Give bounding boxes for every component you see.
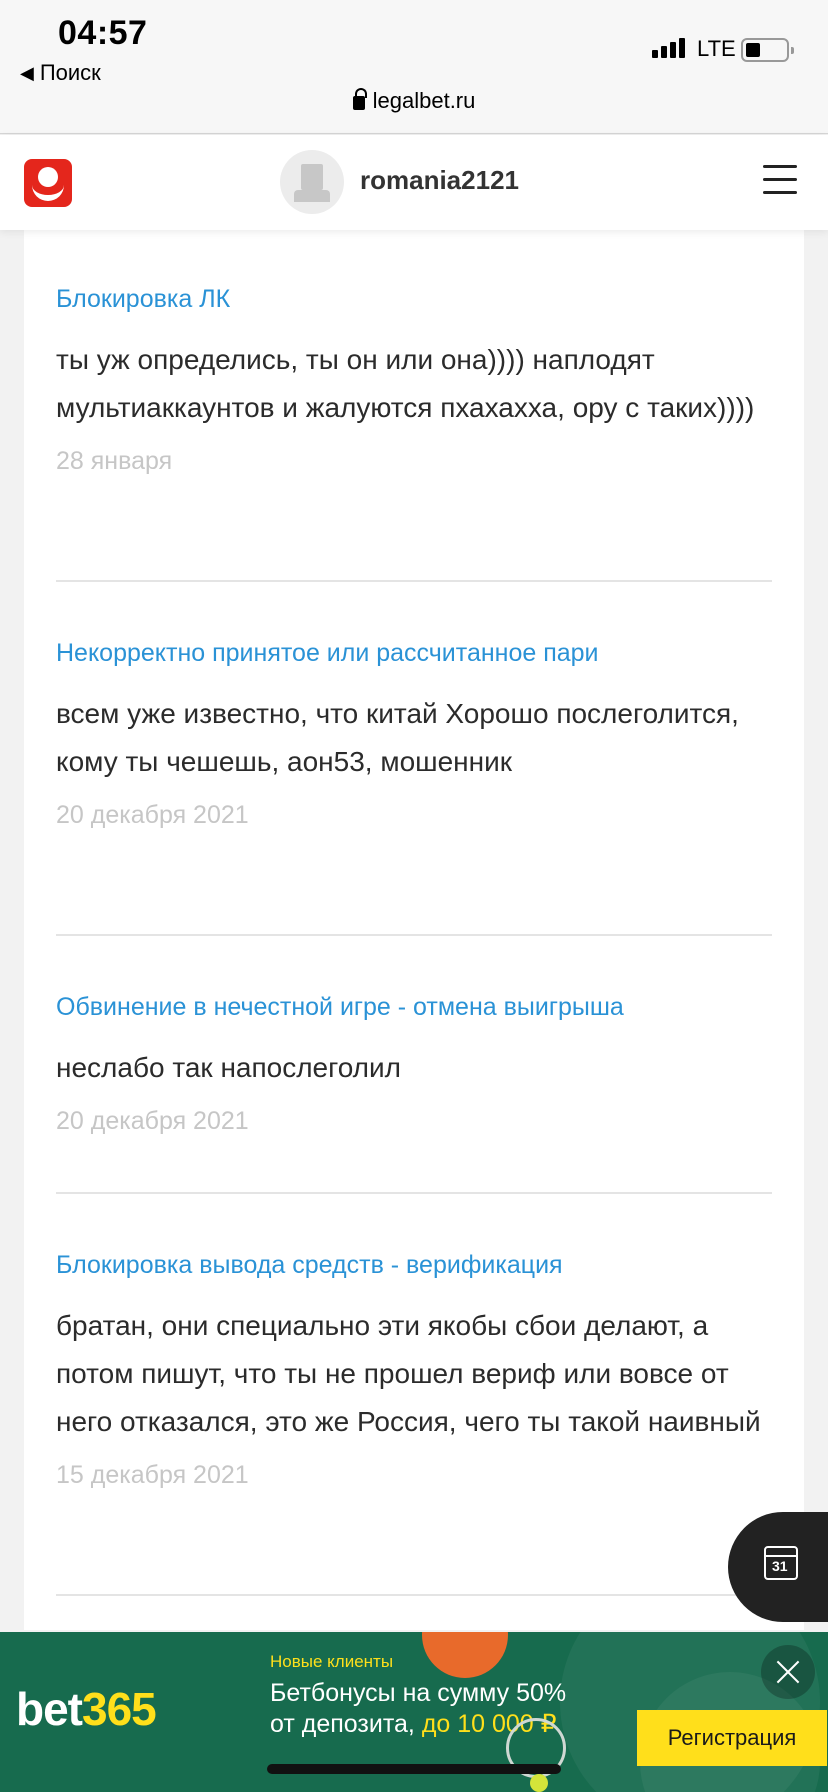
entry-title-link[interactable]: Обвинение в нечестной игре - отмена выиг…	[56, 990, 772, 1024]
basketball-image	[422, 1632, 508, 1678]
site-logo[interactable]	[24, 159, 72, 207]
list-item: Блокировка ЛК ты уж определись, ты он ил…	[56, 282, 772, 478]
comments-list: Блокировка ЛК ты уж определись, ты он ил…	[24, 230, 804, 1630]
ad-subtitle: Новые клиенты	[270, 1652, 394, 1671]
signal-icon	[652, 38, 685, 58]
menu-icon[interactable]	[763, 165, 797, 197]
entry-title-link[interactable]: Некорректно принятое или рассчитанное па…	[56, 636, 772, 670]
lock-icon	[352, 88, 367, 110]
home-indicator	[267, 1764, 561, 1774]
divider	[56, 934, 772, 936]
close-icon[interactable]	[761, 1645, 815, 1699]
url-text: legalbet.ru	[372, 88, 476, 113]
entry-title-link[interactable]: Блокировка ЛК	[56, 282, 772, 316]
ad-logo: bet365	[16, 1683, 157, 1735]
entry-title-link[interactable]: Блокировка вывода средств - верификация	[56, 1248, 772, 1282]
entry-date: 20 декабря 2021	[56, 801, 249, 829]
network-type: LTE	[697, 36, 736, 61]
address-bar[interactable]: legalbet.ru	[0, 88, 828, 114]
back-triangle-icon: ◀	[20, 62, 34, 83]
battery-icon	[741, 38, 794, 62]
entry-text: ты уж определись, ты он или она)))) напл…	[56, 344, 755, 423]
entry-text: неслабо так напослеголил	[56, 1052, 401, 1083]
calendar-button[interactable]: 31	[728, 1512, 828, 1622]
list-item: Обвинение в нечестной игре - отмена выиг…	[56, 990, 772, 1138]
back-to-app-button[interactable]: ◀ Поиск	[20, 60, 101, 86]
clock: 04:57	[58, 14, 148, 52]
back-app-label: Поиск	[39, 60, 101, 85]
avatar[interactable]	[280, 150, 344, 214]
entry-text: братан, они специально эти якобы сбои де…	[56, 1310, 761, 1437]
list-item: Блокировка вывода средств - верификация …	[56, 1248, 772, 1492]
divider	[56, 1594, 772, 1596]
entry-date: 20 декабря 2021	[56, 1107, 249, 1135]
entry-date: 28 января	[56, 447, 173, 475]
divider	[56, 1192, 772, 1194]
calendar-icon: 31	[764, 1546, 798, 1580]
calendar-day: 31	[772, 1558, 788, 1574]
register-button[interactable]: Регистрация	[637, 1710, 827, 1766]
entry-date: 15 декабря 2021	[56, 1461, 249, 1489]
divider	[56, 580, 772, 582]
entry-text: всем уже известно, что китай Хорошо посл…	[56, 698, 739, 777]
tennis-ball-image	[530, 1774, 548, 1792]
profile-username[interactable]: romania2121	[360, 165, 519, 196]
status-bar: 04:57 ◀ Поиск LTE legalbet.ru	[0, 0, 828, 134]
site-header: romania2121	[0, 135, 828, 230]
list-item: Некорректно принятое или рассчитанное па…	[56, 636, 772, 832]
